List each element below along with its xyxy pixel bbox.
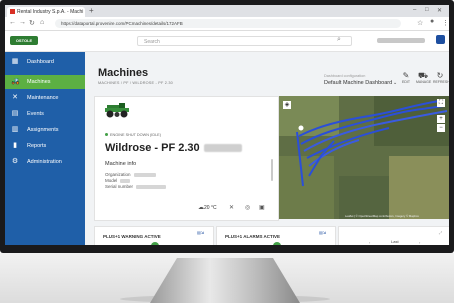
redacted-value bbox=[120, 178, 131, 183]
sidebar-item-administration[interactable]: ⚙ Administration bbox=[5, 155, 85, 169]
table-view-icon[interactable]: ▤⇲ bbox=[319, 230, 326, 235]
redacted-value bbox=[136, 184, 167, 189]
organization-row: Organization bbox=[105, 172, 156, 177]
zoom-out-button[interactable]: − bbox=[437, 124, 445, 132]
gear-icon: ⚙ bbox=[11, 158, 19, 165]
card-scrollbar[interactable] bbox=[271, 159, 273, 181]
dashboard-select[interactable]: Default Machine Dashboard bbox=[324, 80, 392, 86]
fullscreen-icon[interactable]: ⛶ bbox=[437, 99, 445, 107]
breadcrumb[interactable]: MACHINES / PF / WILDROSE - PF 2.30 bbox=[98, 81, 173, 85]
status-dot-icon bbox=[105, 133, 108, 136]
browser-menu-icon[interactable]: ⋮ bbox=[442, 19, 449, 27]
map-attribution[interactable]: Leaflet | © OpenStreetMap contributors, … bbox=[345, 214, 419, 218]
address-bar[interactable]: https://dataportal.provenire.com/PCmachi… bbox=[55, 19, 401, 28]
tools-icon[interactable]: ✕ bbox=[229, 204, 234, 211]
sidebar-item-assignments[interactable]: ▥ Assignments bbox=[5, 123, 85, 137]
chart-icon: ▮ bbox=[13, 142, 17, 149]
app-logo[interactable]: OSTOLE bbox=[10, 36, 38, 45]
search-input[interactable]: Search bbox=[137, 36, 352, 46]
clipboard-icon: ▥ bbox=[11, 126, 19, 133]
machine-track-map[interactable] bbox=[279, 96, 449, 219]
layers-icon[interactable]: ◈ bbox=[283, 101, 291, 109]
forward-icon[interactable]: → bbox=[19, 19, 26, 26]
user-avatar-icon[interactable] bbox=[436, 35, 445, 44]
tab-title: Rental Industry S.p.A. - Machi bbox=[17, 9, 84, 15]
redacted-value bbox=[133, 172, 156, 177]
chevron-down-icon[interactable]: ⌄ bbox=[393, 80, 397, 86]
alarms-card-title: PLUS+1 ALARMS ACTIVE bbox=[225, 234, 281, 239]
home-icon[interactable]: ⌂ bbox=[40, 19, 44, 26]
grid-icon: ▦ bbox=[11, 58, 19, 65]
previous-icon[interactable]: ‹ bbox=[369, 240, 370, 245]
favicon-icon bbox=[10, 9, 15, 15]
warning-card: PLUS+1 WARNING ACTIVE ▤⇲ bbox=[94, 226, 214, 245]
alarms-gauge bbox=[273, 242, 281, 245]
temperature: 20 °C bbox=[204, 205, 217, 211]
table-view-icon[interactable]: ▤⇲ bbox=[197, 230, 204, 235]
location-pin-icon[interactable]: ◎ bbox=[245, 204, 250, 211]
search-icon[interactable]: ⌕ bbox=[337, 36, 341, 44]
machine-info-heading: Machine info bbox=[105, 161, 137, 167]
refresh-button[interactable]: ↻ REFRESH bbox=[433, 71, 449, 84]
serial-row: Serial number bbox=[105, 184, 167, 189]
reload-icon[interactable]: ↻ bbox=[29, 19, 35, 27]
last-card: ⤢ Last ‹ › bbox=[338, 226, 449, 245]
tractor-image bbox=[105, 103, 129, 118]
model-row: Model bbox=[105, 178, 131, 183]
browser-tab[interactable]: Rental Industry S.p.A. - Machi bbox=[7, 7, 85, 17]
next-icon[interactable]: › bbox=[419, 240, 420, 245]
status-badge: ENGINE SHUT DOWN (IDLE) bbox=[105, 133, 161, 137]
last-card-label: Last bbox=[391, 239, 399, 244]
calendar-icon: ▤ bbox=[11, 110, 19, 117]
user-name-redacted[interactable] bbox=[377, 38, 425, 43]
bookmark-star-icon[interactable]: ☆ bbox=[417, 19, 423, 27]
minimize-icon[interactable]: – bbox=[413, 7, 416, 13]
tractor-icon: 🚜 bbox=[11, 78, 20, 85]
zoom-in-button[interactable]: + bbox=[437, 115, 445, 123]
close-icon[interactable]: ✕ bbox=[437, 7, 442, 14]
document-icon[interactable]: ▣ bbox=[259, 204, 265, 211]
pencil-icon: ✎ bbox=[402, 71, 410, 80]
profile-icon[interactable]: ● bbox=[430, 18, 434, 25]
refresh-icon: ↻ bbox=[436, 71, 444, 80]
monitor-screen: Rental Industry S.p.A. - Machi + – □ ✕ ←… bbox=[5, 5, 449, 245]
sidebar-item-dashboard[interactable]: ▦ Dashboard bbox=[5, 55, 85, 69]
redacted-id bbox=[203, 144, 242, 153]
dashboard-config-label: Dashboard configuration bbox=[324, 74, 366, 78]
expand-icon[interactable]: ⤢ bbox=[439, 230, 442, 235]
sidebar-item-reports[interactable]: ▮ Reports bbox=[5, 139, 85, 153]
alarms-card: PLUS+1 ALARMS ACTIVE ▤⇲ bbox=[216, 226, 336, 245]
warning-card-title: PLUS+1 WARNING ACTIVE bbox=[103, 234, 161, 239]
warning-gauge bbox=[151, 242, 159, 245]
edit-button[interactable]: ✎ EDIT bbox=[399, 71, 413, 84]
sidebar-item-events[interactable]: ▤ Events bbox=[5, 107, 85, 121]
wrench-icon: ✕ bbox=[12, 94, 18, 101]
manage-button[interactable]: ⛟ MANAGE bbox=[416, 71, 431, 84]
machine-name: Wildrose - PF 2.30 bbox=[105, 142, 242, 154]
back-icon[interactable]: ← bbox=[9, 19, 16, 26]
sidebar-item-machines[interactable]: 🚜 Machines bbox=[5, 75, 85, 89]
truck-icon: ⛟ bbox=[417, 71, 429, 80]
maximize-icon[interactable]: □ bbox=[425, 7, 429, 13]
sidebar-item-maintenance[interactable]: ✕ Maintenance bbox=[5, 91, 85, 105]
satellite-map bbox=[279, 96, 449, 219]
new-tab-button[interactable]: + bbox=[89, 6, 94, 16]
page-title: Machines bbox=[98, 67, 149, 79]
